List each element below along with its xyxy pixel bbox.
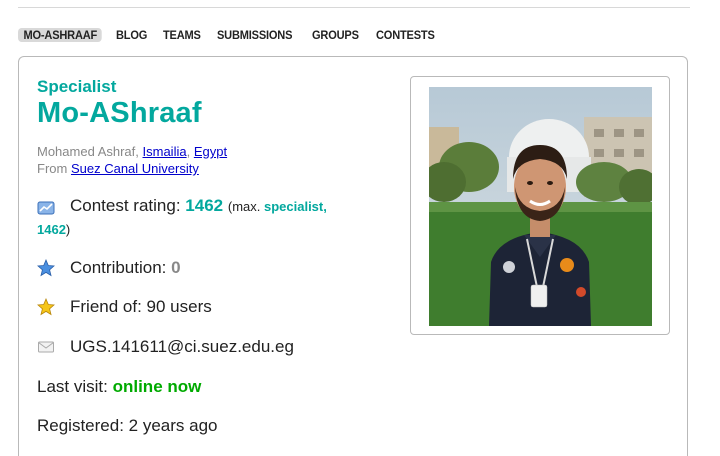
rating-value: 1462 <box>185 196 224 215</box>
rating-row: Contest rating: 1462 (max. specialist, 14… <box>37 195 357 241</box>
tab-groups[interactable]: GROUPS <box>312 28 359 42</box>
tab-profile[interactable]: MO-ASHRAAF <box>18 28 102 42</box>
profile-tabs: MO-ASHRAAF BLOG TEAMS SUBMISSIONS GROUPS… <box>18 28 452 42</box>
friend-of: Friend of: 90 users <box>70 297 212 316</box>
max-open: (max. <box>227 199 261 214</box>
contribution-label: Contribution: <box>70 258 167 277</box>
tab-teams[interactable]: TEAMS <box>163 28 201 42</box>
max-rating-value: 1462 <box>37 222 66 237</box>
organization-link[interactable]: Suez Canal University <box>71 161 199 176</box>
envelope-icon <box>38 341 54 353</box>
user-full-name: Mohamed Ashraf, <box>37 144 139 159</box>
max-close: ) <box>65 222 71 237</box>
star-gold-icon <box>37 298 55 316</box>
registered-value: 2 years ago <box>128 416 218 435</box>
rating-label: Contest rating: <box>70 196 181 215</box>
star-blue-icon <box>37 259 55 277</box>
country-link[interactable]: Egypt <box>194 144 227 159</box>
user-email: UGS.141611@ci.suez.edu.eg <box>70 337 294 356</box>
registered-label: Registered: <box>37 416 124 435</box>
last-visit-value: online now <box>112 377 202 396</box>
top-divider <box>18 0 690 8</box>
registered-row: Registered: 2 years ago <box>37 416 218 436</box>
user-location: Mohamed Ashraf, Ismailia, Egypt <box>37 144 227 159</box>
tab-blog[interactable]: BLOG <box>116 28 147 42</box>
tab-contests[interactable]: CONTESTS <box>376 28 435 42</box>
user-organization: From Suez Canal University <box>37 161 199 176</box>
contribution-value: 0 <box>171 258 181 277</box>
city-link[interactable]: Ismailia <box>143 144 187 159</box>
profile-card: Specialist Mo-AShraaf Mohamed Ashraf, Is… <box>18 56 688 456</box>
user-rank: Specialist <box>37 77 117 96</box>
avatar-frame <box>410 76 670 335</box>
contribution-row: Contribution: 0 <box>70 258 181 278</box>
tab-submissions[interactable]: SUBMISSIONS <box>217 28 292 42</box>
max-rank: specialist, <box>263 199 327 214</box>
last-visit-row: Last visit: online now <box>37 377 201 397</box>
user-handle: Mo-AShraaf <box>37 97 202 129</box>
from-label: From <box>37 161 68 176</box>
avatar[interactable] <box>429 87 652 326</box>
last-visit-label: Last visit: <box>37 377 108 396</box>
comma-separator: , <box>186 144 191 159</box>
